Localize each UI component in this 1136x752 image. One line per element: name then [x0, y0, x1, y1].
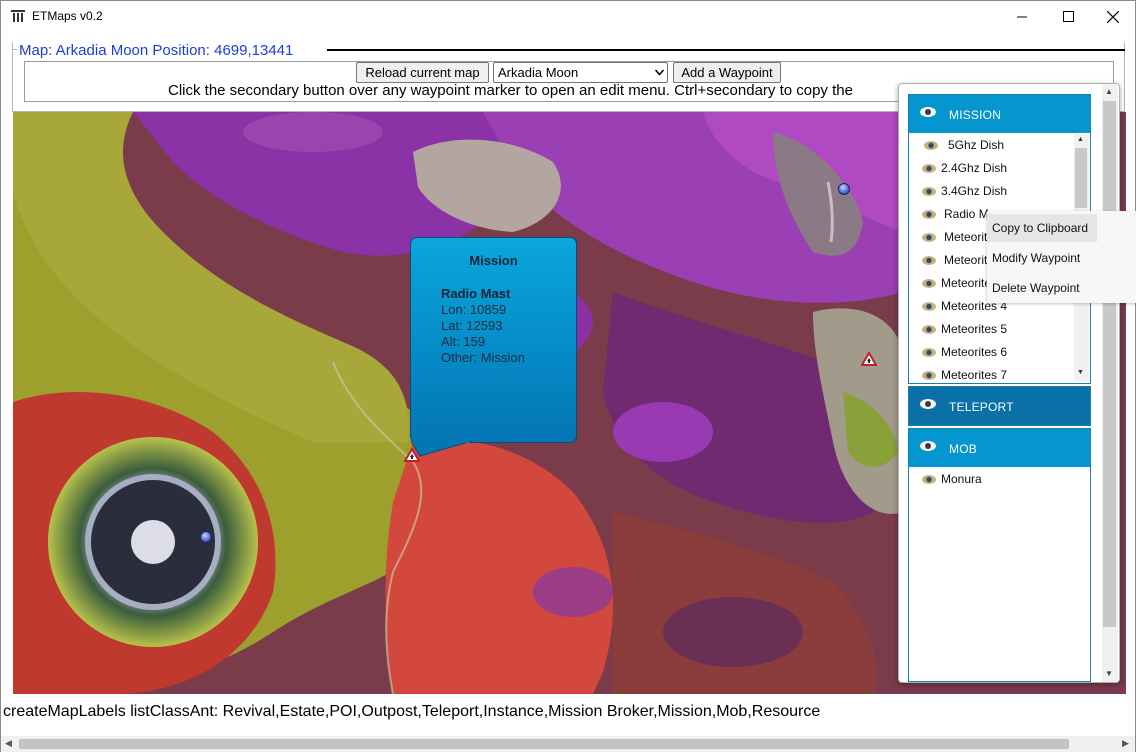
eye-icon[interactable]	[921, 209, 937, 220]
eye-icon[interactable]	[921, 474, 937, 485]
delete-waypoint-menu-item[interactable]: Delete Waypoint	[987, 274, 1097, 302]
copy-to-clipboard-menu-item[interactable]: Copy to Clipboard	[987, 214, 1097, 242]
modify-waypoint-menu-item[interactable]: Modify Waypoint	[987, 244, 1097, 272]
list-item-label: Monura	[941, 472, 982, 486]
list-item-label: Meteorite	[941, 276, 992, 290]
scroll-down-icon[interactable]: ▼	[1077, 369, 1084, 376]
eye-icon[interactable]	[923, 140, 939, 151]
map-select-value: Arkadia Moon	[498, 65, 579, 80]
title-bar[interactable]: ETMaps v0.2	[1, 1, 1135, 32]
list-item[interactable]: Monura	[921, 469, 982, 489]
popup-other: Other: Mission	[441, 350, 525, 365]
horizontal-scrollbar-thumb[interactable]	[19, 739, 1069, 749]
eye-icon[interactable]	[921, 255, 937, 266]
list-item[interactable]: Meteorites 5	[921, 319, 1007, 339]
minimize-icon	[1016, 16, 1027, 18]
eye-icon[interactable]	[919, 106, 937, 118]
list-item-label: 2.4Ghz Dish	[941, 161, 1008, 175]
list-item-label: Meteorites 5	[941, 322, 1008, 336]
popup-alt: Alt: 159	[441, 334, 486, 349]
list-item[interactable]: 2.4Ghz Dish	[921, 158, 1007, 178]
list-item[interactable]: Meteorit	[921, 227, 987, 247]
group-label-mission: MISSION	[949, 108, 1002, 122]
list-item[interactable]: 5Ghz Dish	[923, 135, 1004, 155]
eye-icon[interactable]	[921, 278, 937, 289]
eye-icon[interactable]	[921, 347, 937, 358]
reload-map-button[interactable]: Reload current map	[356, 62, 489, 83]
group-label-teleport: TELEPORT	[949, 400, 1014, 414]
maximize-icon	[1062, 11, 1074, 22]
list-item[interactable]: Meteorites 7	[921, 365, 1007, 385]
list-item[interactable]: Meteorit	[921, 250, 987, 270]
group-header-teleport[interactable]: TELEPORT	[909, 387, 1090, 425]
list-item-label: Meteorites 6	[941, 345, 1008, 359]
list-item[interactable]: Radio M	[921, 204, 989, 224]
blue-dot-icon[interactable]	[838, 183, 850, 195]
maximize-button[interactable]	[1045, 1, 1091, 32]
group-header-mission[interactable]: MISSION	[909, 95, 1090, 133]
eye-icon[interactable]	[921, 324, 937, 335]
popup-title: Mission	[469, 253, 518, 268]
list-item[interactable]: 3.4Ghz Dish	[921, 181, 1007, 201]
popup-lon: Lon: 10859	[441, 302, 507, 317]
group-header-mob[interactable]: MOB	[909, 429, 1090, 467]
scroll-down-icon[interactable]: ▼	[1105, 669, 1113, 678]
group-label-mob: MOB	[949, 442, 977, 456]
list-item-label: Meteorit	[944, 253, 988, 267]
list-item-label: Radio M	[944, 207, 989, 221]
add-waypoint-button[interactable]: Add a Waypoint	[673, 62, 781, 83]
eye-icon[interactable]	[921, 232, 937, 243]
popup-waypoint-name: Radio Mast	[441, 286, 511, 301]
map-position-legend: Map: Arkadia Moon Position: 4699,13441	[17, 42, 296, 60]
fieldset-border-line	[327, 49, 1125, 51]
eye-icon[interactable]	[921, 186, 937, 197]
app-window: ETMaps v0.2 Map: Arkadia Moon Position: …	[0, 0, 1136, 752]
eye-icon[interactable]	[919, 398, 937, 410]
filter-icon	[11, 10, 25, 22]
eye-icon[interactable]	[921, 370, 937, 381]
list-item[interactable]: Meteorites 6	[921, 342, 1007, 362]
warning-triangle-icon[interactable]	[861, 352, 877, 366]
list-item-label: Meteorites 7	[941, 368, 1008, 382]
waypoint-popup: Mission Radio Mast Lon: 10859 Lat: 12593…	[410, 237, 577, 443]
scroll-up-icon[interactable]: ▲	[1077, 136, 1084, 143]
list-item[interactable]: Meteorite	[921, 273, 991, 293]
context-menu: Copy to Clipboard Modify Waypoint Delete…	[987, 211, 1136, 303]
list-item-label: 5Ghz Dish	[948, 138, 1005, 152]
list-item-label: Meteorit	[944, 230, 988, 244]
map-select[interactable]: Arkadia Moon	[493, 62, 668, 83]
scroll-right-icon[interactable]: ▶	[1122, 738, 1129, 749]
chevron-down-icon	[655, 69, 664, 76]
panel-scrollbar-thumb[interactable]	[1103, 101, 1116, 627]
popup-tail	[410, 441, 472, 457]
scroll-up-icon[interactable]: ▲	[1105, 87, 1113, 96]
popup-details: Radio Mast Lon: 10859 Lat: 12593 Alt: 15…	[441, 286, 525, 366]
blue-dot-icon[interactable]	[200, 531, 212, 543]
close-icon	[1107, 10, 1119, 23]
list-item-label: 3.4Ghz Dish	[941, 184, 1008, 198]
eye-icon[interactable]	[921, 163, 937, 174]
hint-text: Click the secondary button over any wayp…	[168, 82, 853, 99]
window-title: ETMaps v0.2	[32, 9, 103, 23]
eye-icon[interactable]	[921, 301, 937, 312]
close-button[interactable]	[1090, 1, 1136, 32]
minimize-button[interactable]	[999, 1, 1045, 32]
eye-icon[interactable]	[919, 440, 937, 452]
mission-list-scrollbar-thumb[interactable]	[1075, 148, 1087, 208]
popup-lat: Lat: 12593	[441, 318, 503, 333]
scroll-left-icon[interactable]: ◀	[5, 738, 12, 749]
status-text: createMapLabels listClassAnt: Revival,Es…	[3, 703, 821, 720]
